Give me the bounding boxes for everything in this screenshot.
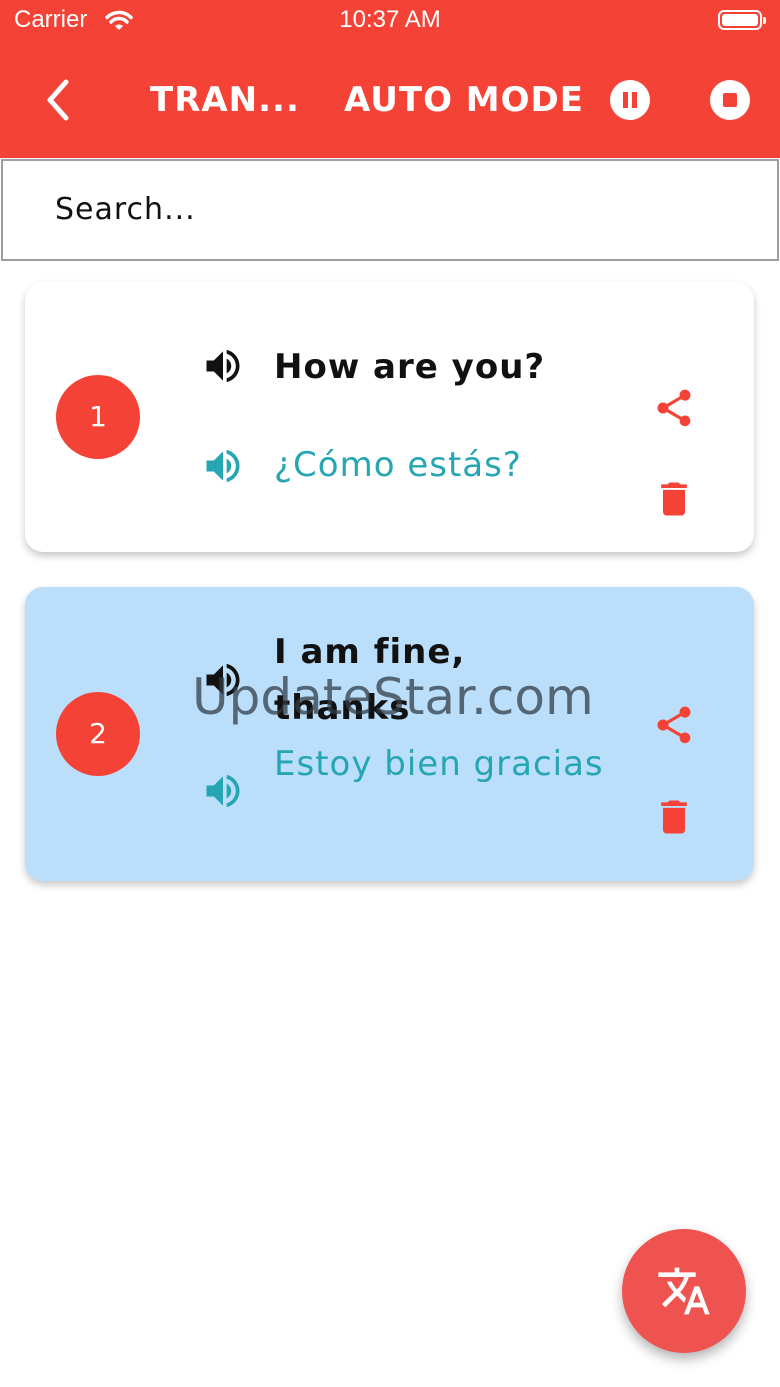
translation-card-selected[interactable]: 2 I am fine, thanks Estoy bien gracias (25, 587, 754, 881)
speaker-icon[interactable] (201, 344, 245, 388)
translated-text: ¿Cómo estás? (274, 445, 522, 485)
search-input[interactable] (53, 191, 757, 228)
chevron-left-icon (47, 79, 69, 121)
translated-text: Estoy bien gracias (274, 744, 604, 784)
translate-icon (658, 1267, 710, 1315)
item-number-badge: 1 (56, 375, 140, 459)
battery-icon (718, 10, 766, 30)
stop-button[interactable] (710, 80, 750, 120)
source-text: How are you? (274, 347, 546, 387)
app-bar: Carrier 10:37 AM TRAN... AUTO MODE (0, 0, 780, 158)
trash-icon[interactable] (652, 477, 696, 521)
back-button[interactable] (38, 78, 82, 122)
speaker-icon[interactable] (201, 444, 245, 488)
search-bar (1, 159, 779, 261)
share-icon[interactable] (652, 703, 696, 747)
status-time: 10:37 AM (339, 6, 441, 33)
translation-card[interactable]: 1 How are you? ¿Cómo estás? (25, 282, 754, 552)
page-title: TRAN... (150, 80, 300, 120)
auto-mode-label: AUTO MODE (344, 80, 584, 120)
item-number-badge: 2 (56, 692, 140, 776)
translate-fab-button[interactable] (622, 1229, 746, 1353)
watermark: UpdateStar.com (192, 668, 594, 726)
trash-icon[interactable] (652, 795, 696, 839)
speaker-icon[interactable] (201, 769, 245, 813)
share-icon[interactable] (652, 386, 696, 430)
pause-button[interactable] (610, 80, 650, 120)
